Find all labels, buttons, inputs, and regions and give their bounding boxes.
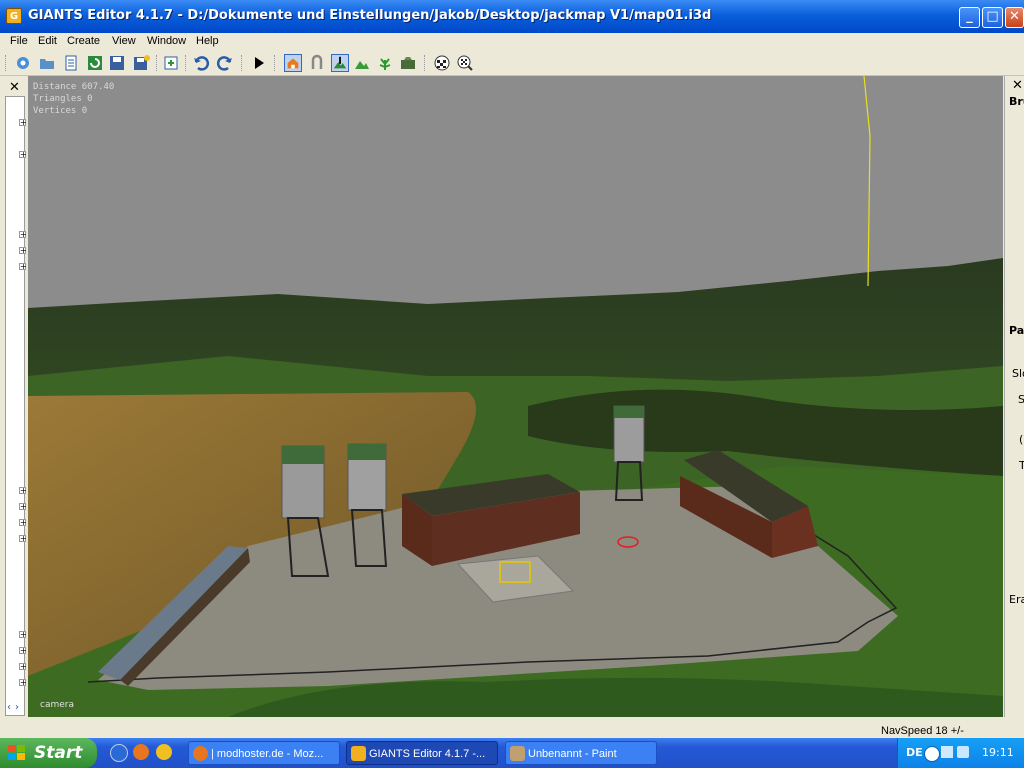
menu-file[interactable]: File: [10, 35, 28, 47]
tree-expander[interactable]: +: [19, 119, 27, 127]
giants-icon: [351, 746, 366, 761]
tree-expander[interactable]: +: [19, 231, 27, 239]
tree-expander[interactable]: +: [19, 151, 27, 159]
quicklaunch-ie-icon[interactable]: [110, 744, 128, 762]
status-bar: [0, 717, 1024, 737]
tree-expander[interactable]: +: [19, 535, 27, 543]
task-label: | modhoster.de - Moz...: [211, 748, 324, 760]
menu-create[interactable]: Create: [67, 35, 100, 47]
open-icon[interactable]: [38, 54, 56, 72]
tree-expander[interactable]: +: [19, 663, 27, 671]
panel-close-icon[interactable]: ✕: [9, 80, 20, 95]
menu-view[interactable]: View: [112, 35, 136, 47]
task-label: GIANTS Editor 4.1.7 -...: [369, 748, 486, 760]
tree-expander[interactable]: +: [19, 647, 27, 655]
minimize-button[interactable]: _: [959, 7, 980, 28]
redo-icon[interactable]: [216, 54, 234, 72]
task-firefox[interactable]: | modhoster.de - Moz...: [188, 741, 340, 765]
properties-icon[interactable]: [62, 54, 80, 72]
menu-bar: File Edit Create View Window Help: [0, 33, 1024, 51]
toolbar-grip: [5, 55, 8, 71]
terrain-sculpt-icon[interactable]: [331, 54, 349, 72]
firefox-icon: [193, 746, 208, 761]
toolbar-separator: [241, 55, 244, 71]
toolbar: [0, 51, 1024, 76]
panel-close-icon[interactable]: ✕: [1012, 78, 1023, 93]
task-label: Unbenannt - Paint: [528, 748, 617, 760]
size-label: S: [1018, 393, 1024, 406]
3d-viewport[interactable]: Distance 607.40 Triangles 0 Vertices 0 c…: [28, 76, 1003, 717]
terrain-detail-icon[interactable]: [399, 54, 417, 72]
paint-icon: [510, 746, 525, 761]
toolbar-separator: [424, 55, 427, 71]
slope-label: Slo: [1012, 367, 1024, 380]
tree-expander[interactable]: +: [19, 631, 27, 639]
param-label: (: [1019, 433, 1024, 446]
tree-expander[interactable]: +: [19, 679, 27, 687]
tray-chevron-icon[interactable]: [924, 746, 940, 762]
foliage-paint-icon[interactable]: [376, 54, 394, 72]
clock[interactable]: 19:11: [982, 746, 1014, 759]
param-t-label: T: [1019, 459, 1024, 472]
new-scene-icon[interactable]: [14, 54, 32, 72]
menu-help[interactable]: Help: [196, 35, 219, 47]
camera-label: camera: [40, 700, 74, 710]
brush-label: Bru: [1009, 95, 1024, 108]
tree-expander[interactable]: +: [19, 247, 27, 255]
tree-expander[interactable]: +: [19, 519, 27, 527]
maximize-button[interactable]: □: [982, 7, 1003, 28]
hud-triangles: Triangles 0: [33, 94, 93, 104]
hud-distance: Distance 607.40: [33, 82, 115, 92]
hud-vertices: Vertices 0: [33, 106, 88, 116]
save-icon[interactable]: [108, 54, 126, 72]
quicklaunch-chrome-icon[interactable]: [156, 744, 172, 760]
tree-expander[interactable]: +: [19, 503, 27, 511]
task-paint[interactable]: Unbenannt - Paint: [505, 741, 657, 765]
menu-edit[interactable]: Edit: [38, 35, 57, 47]
scenegraph-tree[interactable]: + + + + + + + + + + + + +: [5, 96, 27, 716]
params-label: Pa: [1009, 324, 1024, 337]
toolbar-separator: [185, 55, 188, 71]
toolbar-separator: [156, 55, 159, 71]
windows-logo-icon: [8, 745, 25, 760]
search-checker-icon[interactable]: [456, 54, 474, 72]
language-indicator[interactable]: DE: [906, 746, 923, 759]
terrain-paint-icon[interactable]: [353, 54, 371, 72]
erase-label: Era: [1009, 593, 1024, 606]
select-icon[interactable]: [284, 54, 302, 72]
network-icon[interactable]: [941, 746, 953, 758]
import-icon[interactable]: [162, 54, 180, 72]
task-giants-editor[interactable]: GIANTS Editor 4.1.7 -...: [346, 741, 498, 765]
refresh-icon[interactable]: [86, 54, 104, 72]
quicklaunch-firefox-icon[interactable]: [133, 744, 149, 760]
scroll-left-button[interactable]: ‹: [7, 702, 11, 713]
tree-expander[interactable]: +: [19, 487, 27, 495]
window-title: GIANTS Editor 4.1.7 - D:/Dokumente und E…: [28, 8, 712, 23]
toolbar-separator: [274, 55, 277, 71]
save-as-icon[interactable]: [132, 54, 150, 72]
play-icon[interactable]: [250, 54, 268, 72]
tree-expander[interactable]: +: [19, 263, 27, 271]
scroll-right-button[interactable]: ›: [15, 702, 19, 713]
navspeed-status: NavSpeed 18 +/-: [881, 725, 964, 737]
app-icon: G: [6, 8, 22, 24]
scene-render[interactable]: [28, 76, 1003, 717]
close-button[interactable]: ✕: [1005, 7, 1024, 28]
undo-icon[interactable]: [192, 54, 210, 72]
volume-icon[interactable]: [957, 746, 969, 758]
checker-icon[interactable]: [433, 54, 451, 72]
move-icon[interactable]: [308, 54, 326, 72]
menu-window[interactable]: Window: [147, 35, 186, 47]
